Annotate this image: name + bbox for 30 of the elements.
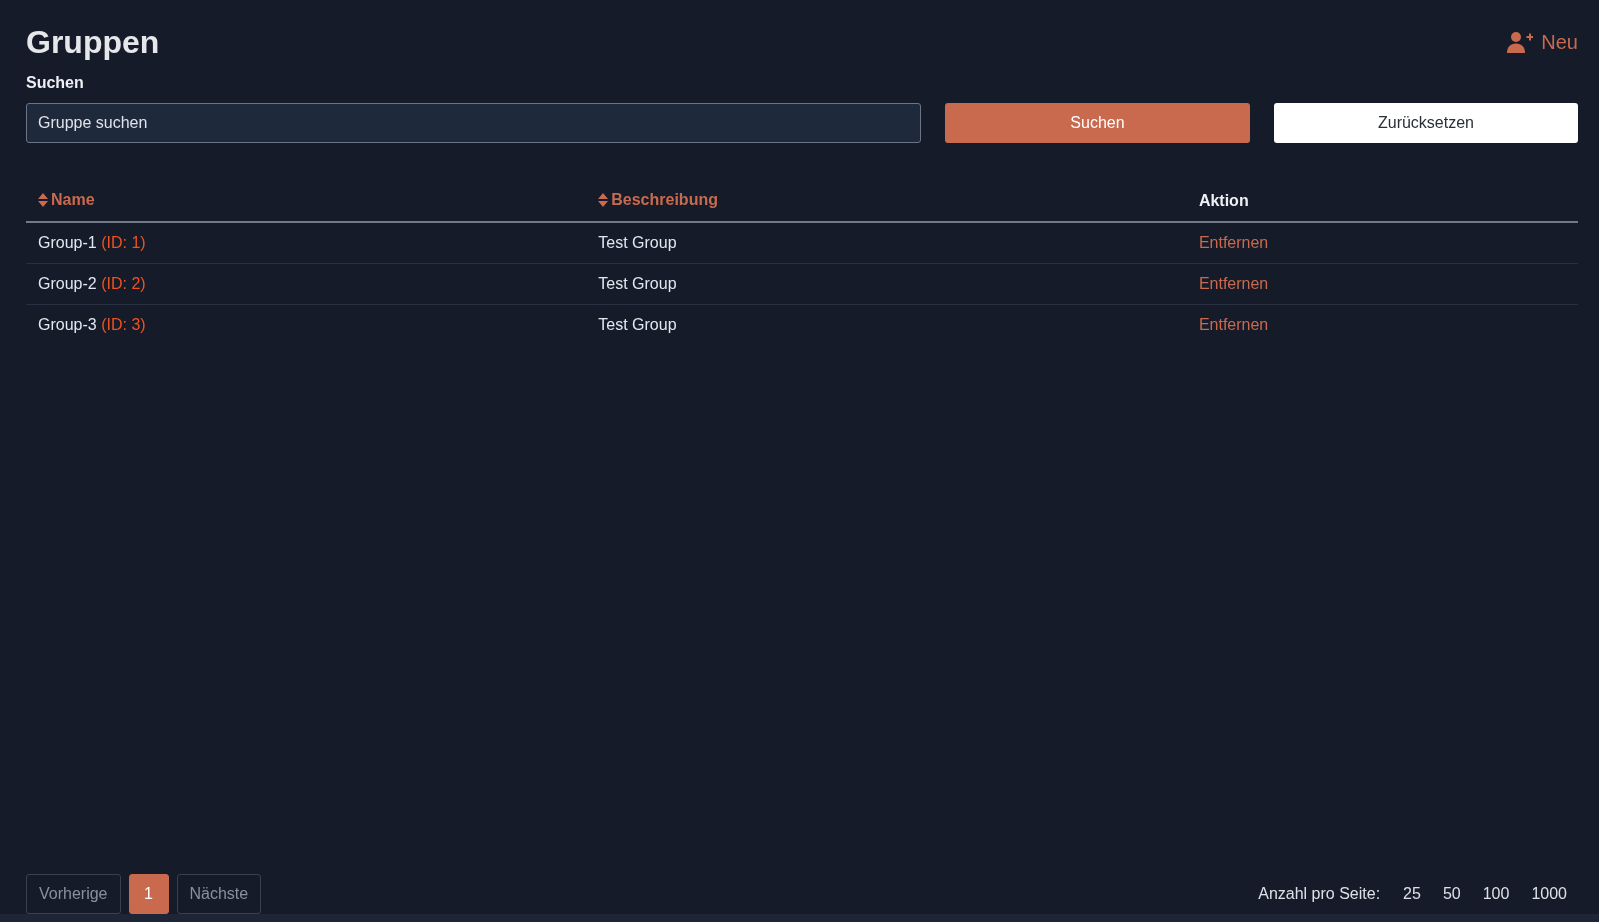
search-label: Suchen (26, 73, 84, 93)
reset-button[interactable]: Zurücksetzen (1274, 103, 1578, 143)
description-text: Test Group (598, 316, 677, 333)
group-id: (ID: 1) (101, 234, 146, 251)
description-text: Test Group (598, 234, 677, 251)
page-size-option[interactable]: 25 (1392, 885, 1432, 903)
search-button[interactable]: Suchen (945, 103, 1250, 143)
sort-header[interactable]: Beschreibung (598, 190, 718, 210)
sort-header[interactable]: Name (38, 190, 95, 210)
page-title: Gruppen (26, 23, 160, 62)
group-id: (ID: 2) (101, 275, 146, 292)
column-header: Aktion (1198, 192, 1249, 209)
sort-icon (38, 193, 48, 207)
description-text: Test Group (598, 275, 677, 292)
group-name: Group-1 (38, 234, 97, 251)
new-button[interactable]: Neu (1507, 30, 1578, 54)
sort-icon (598, 193, 609, 207)
group-name: Group-3 (38, 316, 97, 333)
group-id: (ID: 3) (101, 316, 146, 333)
remove-link[interactable]: Entfernen (1198, 316, 1269, 333)
group-name: Group-2 (38, 275, 97, 292)
page-size-option[interactable]: 50 (1431, 885, 1472, 903)
remove-link[interactable]: Entfernen (1198, 275, 1269, 292)
remove-link[interactable]: Entfernen (1198, 234, 1269, 251)
search-field[interactable]: Gruppe suchen (26, 103, 921, 143)
page-number-button[interactable]: 1 (128, 874, 169, 914)
page-size-option[interactable]: 1000 (1520, 885, 1578, 903)
page-size-option[interactable]: 100 (1471, 885, 1521, 903)
page-size-label: Anzahl pro Seite: (1258, 885, 1381, 903)
user-plus-icon (1507, 31, 1534, 53)
